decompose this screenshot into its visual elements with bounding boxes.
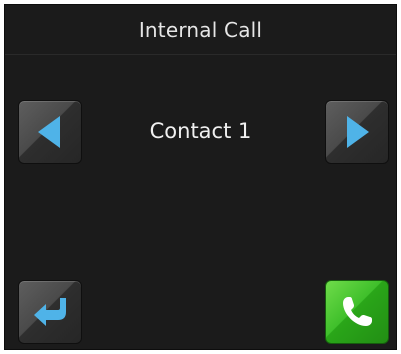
right-arrow-icon xyxy=(347,116,369,148)
intercom-screen: Internal Call Contact 1 xyxy=(4,4,397,350)
call-button[interactable] xyxy=(325,280,389,344)
phone-icon xyxy=(343,297,372,326)
back-button[interactable] xyxy=(18,280,82,344)
back-arrow-icon xyxy=(34,298,66,326)
page-title: Internal Call xyxy=(138,17,263,42)
next-contact-button[interactable] xyxy=(325,100,389,164)
header-bar: Internal Call xyxy=(5,5,396,55)
